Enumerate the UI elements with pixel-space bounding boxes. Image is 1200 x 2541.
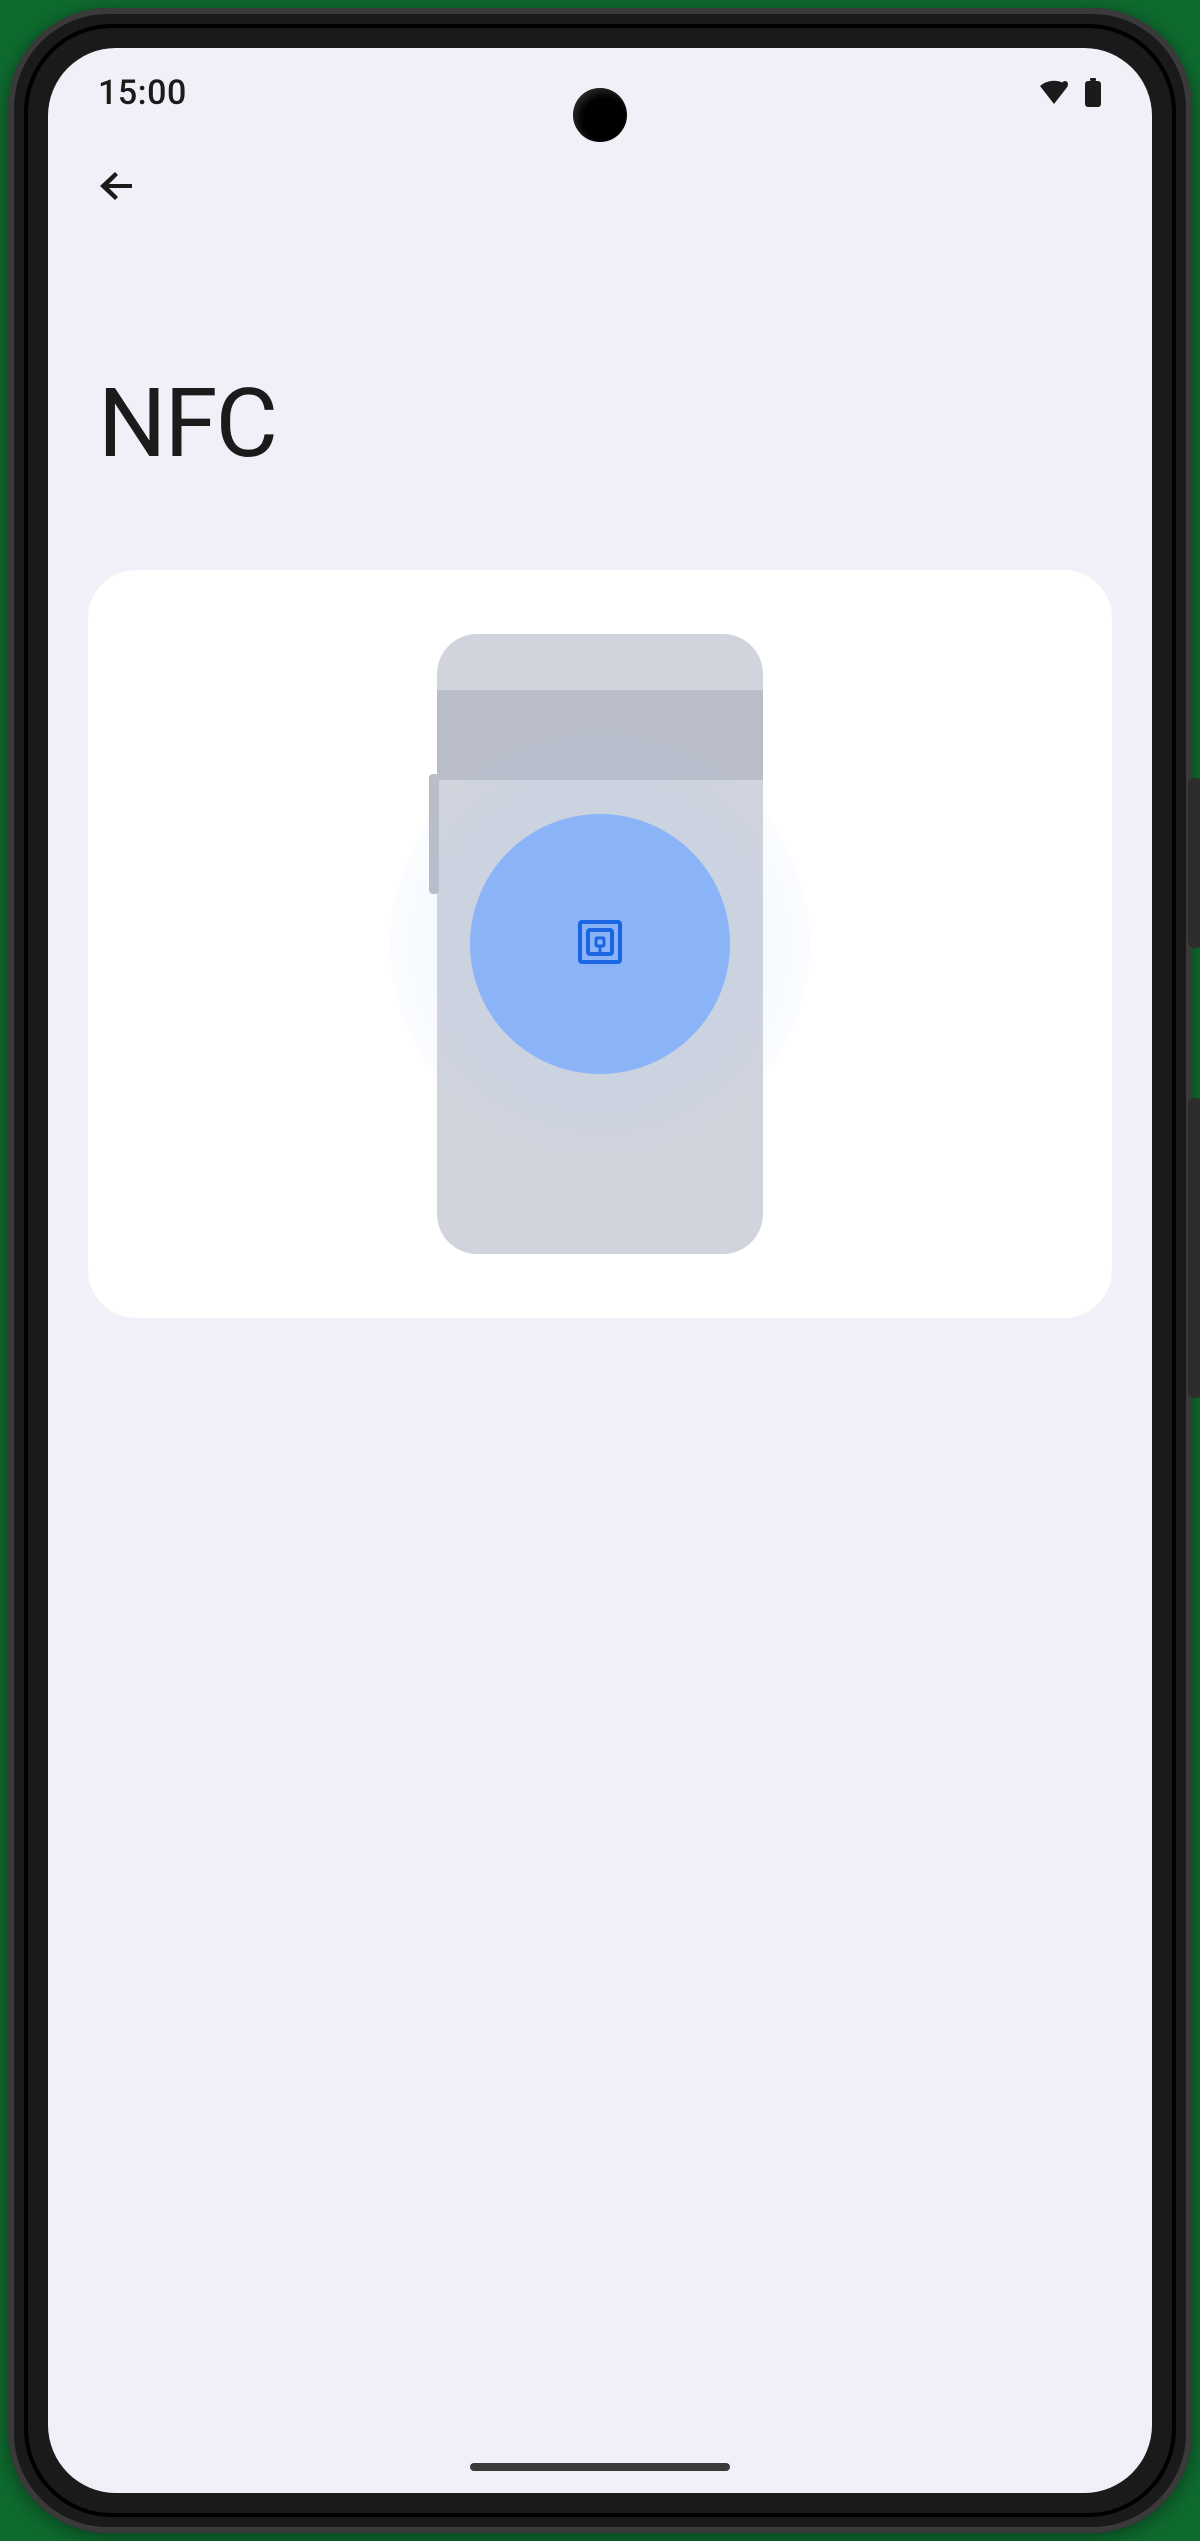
power-button-physical <box>1188 778 1200 948</box>
app-toolbar <box>48 138 1152 238</box>
front-camera-cutout <box>573 88 627 142</box>
screen: 15:00 <box>48 48 1152 2493</box>
phone-back-graphic <box>437 634 763 1254</box>
volume-rocker-physical <box>1188 1098 1200 1398</box>
nfc-illustration <box>88 570 1112 1318</box>
status-icons <box>1038 78 1102 108</box>
nfc-chip-icon <box>576 918 624 970</box>
battery-icon <box>1084 78 1102 108</box>
gesture-nav-handle[interactable] <box>470 2463 730 2471</box>
back-arrow-icon <box>94 162 142 214</box>
wifi-icon <box>1038 80 1070 106</box>
status-time: 15:00 <box>98 73 187 113</box>
device-frame: 15:00 <box>8 8 1192 2533</box>
back-button[interactable] <box>78 148 158 228</box>
page-title: NFC <box>48 238 1152 570</box>
